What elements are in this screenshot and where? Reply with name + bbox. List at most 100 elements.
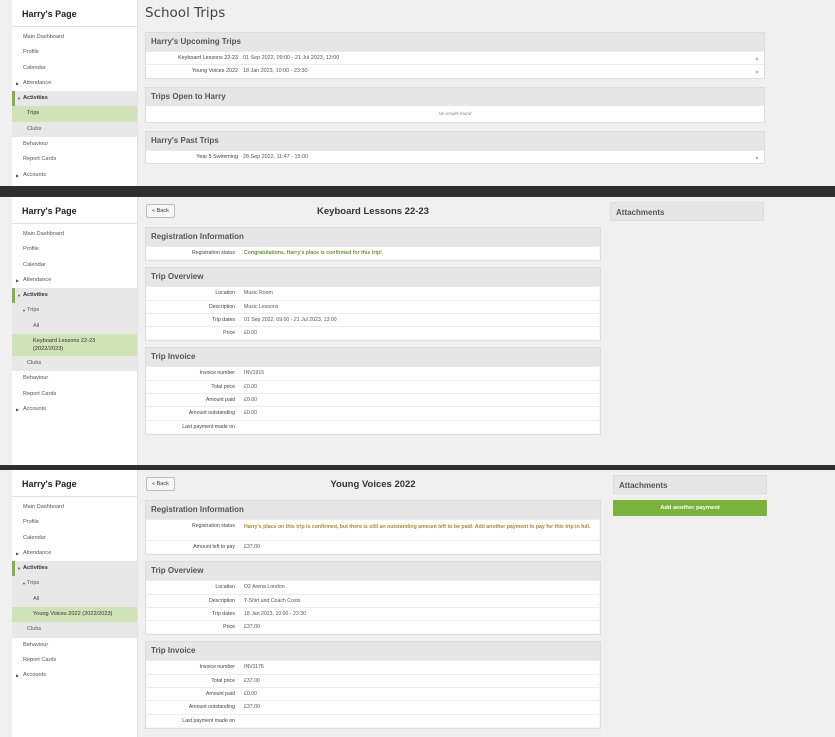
field-value: £0.00	[244, 383, 257, 390]
registration-heading: Registration Information	[146, 228, 600, 246]
registration-status-row: Registration status Congratulations, Har…	[147, 246, 599, 260]
sidebar-item-profile[interactable]: Profile	[12, 515, 137, 530]
detail-row: Location Music Room	[147, 286, 599, 300]
field-value: Music Room	[244, 290, 273, 297]
trip-row[interactable]: Keyboard Lessons 22-23 01 Sep 2022, 09:0…	[146, 51, 764, 64]
field-value: T-Shirt and Coach Costs	[244, 597, 301, 604]
detail-row: Trip dates 18 Jan 2023, 10:00 - 23:30	[147, 606, 599, 621]
attachments-panel: Attachments	[610, 202, 764, 221]
sidebar-item-all[interactable]: All	[12, 318, 137, 335]
no-results-text: No results found	[438, 110, 472, 116]
overview-heading: Trip Overview	[146, 268, 600, 287]
detail-row: Amount paid £0.00	[147, 687, 599, 701]
sidebar-item-year: (2022/2023)	[33, 346, 64, 353]
field-value: £0.00	[244, 410, 257, 417]
page-title: School Trips	[145, 5, 226, 21]
field-value: Music Lessons	[244, 303, 279, 310]
detail-row: Location O2 Arena London	[147, 580, 599, 594]
field-value: INV1915	[244, 370, 265, 377]
sidebar-title: Harry's Page	[22, 206, 77, 216]
registration-status: Congratulations, Harry's place is confir…	[244, 250, 382, 256]
field-value: £37.00	[244, 677, 260, 684]
trip-detail: « Back Young Voices 2022 Registration In…	[145, 470, 601, 737]
sidebar-item-clubs[interactable]: Clubs	[12, 356, 137, 372]
sidebar-item-accounts[interactable]: Accounts	[12, 402, 137, 418]
field-label: Description	[209, 303, 235, 310]
add-payment-button[interactable]: Add another payment	[613, 500, 767, 516]
sidebar: Harry's Page Main Dashboard Profile Cale…	[12, 197, 138, 465]
field-label: Location	[215, 584, 235, 591]
sidebar-item-accounts[interactable]: Accounts	[12, 168, 137, 184]
field-label: Amount outstanding	[188, 410, 235, 417]
field-label: Location	[215, 290, 235, 297]
field-label: Price	[223, 624, 235, 631]
field-label: Trip dates	[212, 316, 235, 323]
sidebar-item-attendance[interactable]: Attendance	[12, 76, 137, 92]
detail-row: Amount paid £0.00	[147, 393, 599, 407]
trip-row[interactable]: Year 5 Swimming 28 Sep 2022, 11:47 - 15:…	[146, 149, 764, 163]
sidebar-item-accounts[interactable]: Accounts	[12, 668, 137, 684]
sidebar-item-profile[interactable]: Profile	[12, 242, 137, 257]
sidebar-item-behaviour[interactable]: Behaviour	[12, 137, 137, 152]
sidebar-item-clubs[interactable]: Clubs	[12, 622, 137, 638]
trip-row[interactable]: Young Voices 2022 18 Jan 2023, 10:00 - 2…	[146, 64, 764, 77]
sidebar-item-trips[interactable]: Trips	[12, 576, 137, 592]
field-value: 18 Jan 2023, 10:00 - 23:30	[244, 610, 307, 617]
sidebar-item-main-dashboard[interactable]: Main Dashboard	[12, 500, 137, 515]
field-label: Invoice number	[199, 664, 235, 671]
detail-row: Invoice number INV1915	[147, 366, 599, 380]
sidebar-item-report-cards[interactable]: Report Cards	[12, 152, 137, 167]
sidebar-item-keyboard-lessons[interactable]: Keyboard Lessons 22-23 (2022/2023)	[12, 334, 137, 357]
field-label: Total price	[211, 383, 235, 390]
detail-row: Invoice number INV1176	[147, 660, 599, 674]
sidebar-item-activities[interactable]: Activities	[12, 91, 137, 107]
sidebar-item-attendance[interactable]: Attendance	[12, 546, 137, 562]
sidebar-item-main-dashboard[interactable]: Main Dashboard	[12, 227, 137, 242]
registration-status-row: Registration status Harry's place on thi…	[147, 519, 599, 540]
sidebar-item-attendance[interactable]: Attendance	[12, 273, 137, 289]
trip-name: Keyboard Lessons 22-23	[178, 55, 238, 61]
overview-box: Trip Overview Location O2 Arena London De…	[145, 561, 601, 636]
sidebar-item-report-cards[interactable]: Report Cards	[12, 653, 137, 668]
registration-box: Registration Information Registration st…	[145, 500, 601, 556]
trip-title: Young Voices 2022	[330, 479, 416, 490]
triangle-right-icon: ▶	[755, 69, 759, 75]
detail-row: Last payment made on	[147, 713, 599, 727]
sidebar-title: Harry's Page	[22, 9, 77, 19]
sidebar-item-activities[interactable]: Activities	[12, 288, 137, 304]
field-label: Amount paid	[205, 691, 235, 698]
attachments-heading: Attachments	[610, 202, 764, 221]
sidebar-item-calendar[interactable]: Calendar	[12, 531, 137, 546]
sidebar-item-calendar[interactable]: Calendar	[12, 258, 137, 273]
field-value: O2 Arena London	[244, 584, 285, 591]
registration-heading: Registration Information	[146, 501, 600, 519]
registration-status: Harry's place on this trip is confirmed,…	[244, 524, 591, 530]
young-voices-panel: Harry's Page Main Dashboard Profile Cale…	[0, 470, 835, 737]
field-label: Last payment made on	[182, 423, 235, 430]
sidebar-item-trips[interactable]: Trips	[12, 106, 137, 122]
sidebar-item-all[interactable]: All	[12, 591, 137, 608]
sidebar-item-trips[interactable]: Trips	[12, 303, 137, 319]
field-label: Amount left to pay	[193, 544, 235, 550]
school-trips-panel: Harry's Page Main Dashboard Profile Cale…	[0, 0, 835, 186]
detail-row: Amount left to pay £37.00	[147, 540, 599, 554]
sidebar-item-young-voices[interactable]: Young Voices 2022 (2022/2023)	[12, 607, 137, 623]
sidebar-item-clubs[interactable]: Clubs	[12, 121, 137, 138]
field-label: Amount outstanding	[188, 704, 235, 711]
sidebar-item-activities[interactable]: Activities	[12, 561, 137, 577]
sidebar-item-main-dashboard[interactable]: Main Dashboard	[12, 30, 137, 45]
sidebar-item-behaviour[interactable]: Behaviour	[12, 638, 137, 653]
detail-row: Total price £37.00	[147, 673, 599, 688]
trip-dates: 28 Sep 2022, 11:47 - 15:00	[243, 153, 308, 160]
trips-content: School Trips Harry's Upcoming Trips Keyb…	[145, 0, 765, 186]
trip-title: Keyboard Lessons 22-23	[317, 206, 429, 217]
field-label: Price	[223, 330, 235, 337]
sidebar-item-report-cards[interactable]: Report Cards	[12, 387, 137, 402]
sidebar-item-behaviour[interactable]: Behaviour	[12, 371, 137, 386]
trip-dates: 18 Jan 2023, 10:00 - 23:30	[243, 68, 308, 75]
field-value: £0.00	[244, 691, 257, 698]
detail-row: Price £0.00	[147, 326, 599, 340]
open-trips-heading: Trips Open to Harry	[146, 87, 764, 106]
sidebar-item-profile[interactable]: Profile	[12, 45, 137, 60]
sidebar-item-calendar[interactable]: Calendar	[12, 61, 137, 76]
